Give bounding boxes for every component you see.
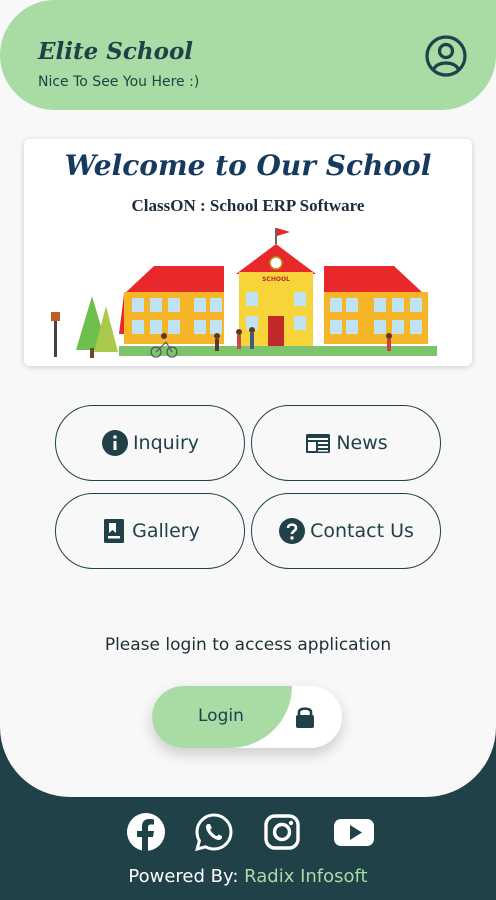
instagram-icon[interactable] — [262, 812, 302, 852]
whatsapp-icon[interactable] — [194, 812, 234, 852]
banner-title: Welcome to Our School — [64, 149, 432, 182]
banner-subtitle: ClassON : School ERP Software — [131, 196, 365, 215]
help-circle-icon — [279, 518, 306, 544]
inquiry-label: Inquiry — [132, 432, 200, 454]
app-subtitle: Nice To See You Here :) — [38, 74, 200, 90]
login-label: Login — [198, 706, 244, 726]
lock-icon — [296, 707, 314, 728]
main-panel: Elite School Nice To See You Here :) Wel… — [0, 0, 496, 797]
inquiry-button[interactable]: Inquiry — [55, 405, 245, 481]
header: Elite School Nice To See You Here :) — [0, 0, 496, 110]
login-prompt: Please login to access application — [104, 635, 392, 655]
gallery-label: Gallery — [132, 520, 200, 542]
school-illustration: SCHOOL — [51, 228, 437, 358]
contact-us-label: Contact Us — [310, 520, 414, 542]
gallery-button[interactable]: Gallery — [55, 493, 245, 569]
powered-prefix: Powered By: — [128, 866, 239, 887]
newspaper-icon — [306, 434, 331, 453]
social-links — [0, 812, 496, 854]
welcome-banner: Welcome to Our School ClassON : School E… — [24, 139, 472, 366]
app-title: Elite School — [38, 38, 194, 65]
news-label: News — [336, 432, 388, 454]
youtube-icon[interactable] — [332, 812, 376, 852]
facebook-icon[interactable] — [126, 812, 166, 852]
gallery-bookmark-icon — [104, 519, 125, 543]
profile-icon[interactable] — [424, 34, 468, 78]
news-button[interactable]: News — [251, 405, 441, 481]
school-sign: SCHOOL — [262, 276, 290, 283]
powered-brand-link[interactable]: Radix Infosoft — [244, 866, 367, 887]
info-icon — [101, 430, 128, 456]
contact-us-button[interactable]: Contact Us — [251, 493, 441, 569]
login-button[interactable]: Login — [152, 686, 342, 748]
powered-by: Powered By: Radix Infosoft — [0, 866, 496, 887]
